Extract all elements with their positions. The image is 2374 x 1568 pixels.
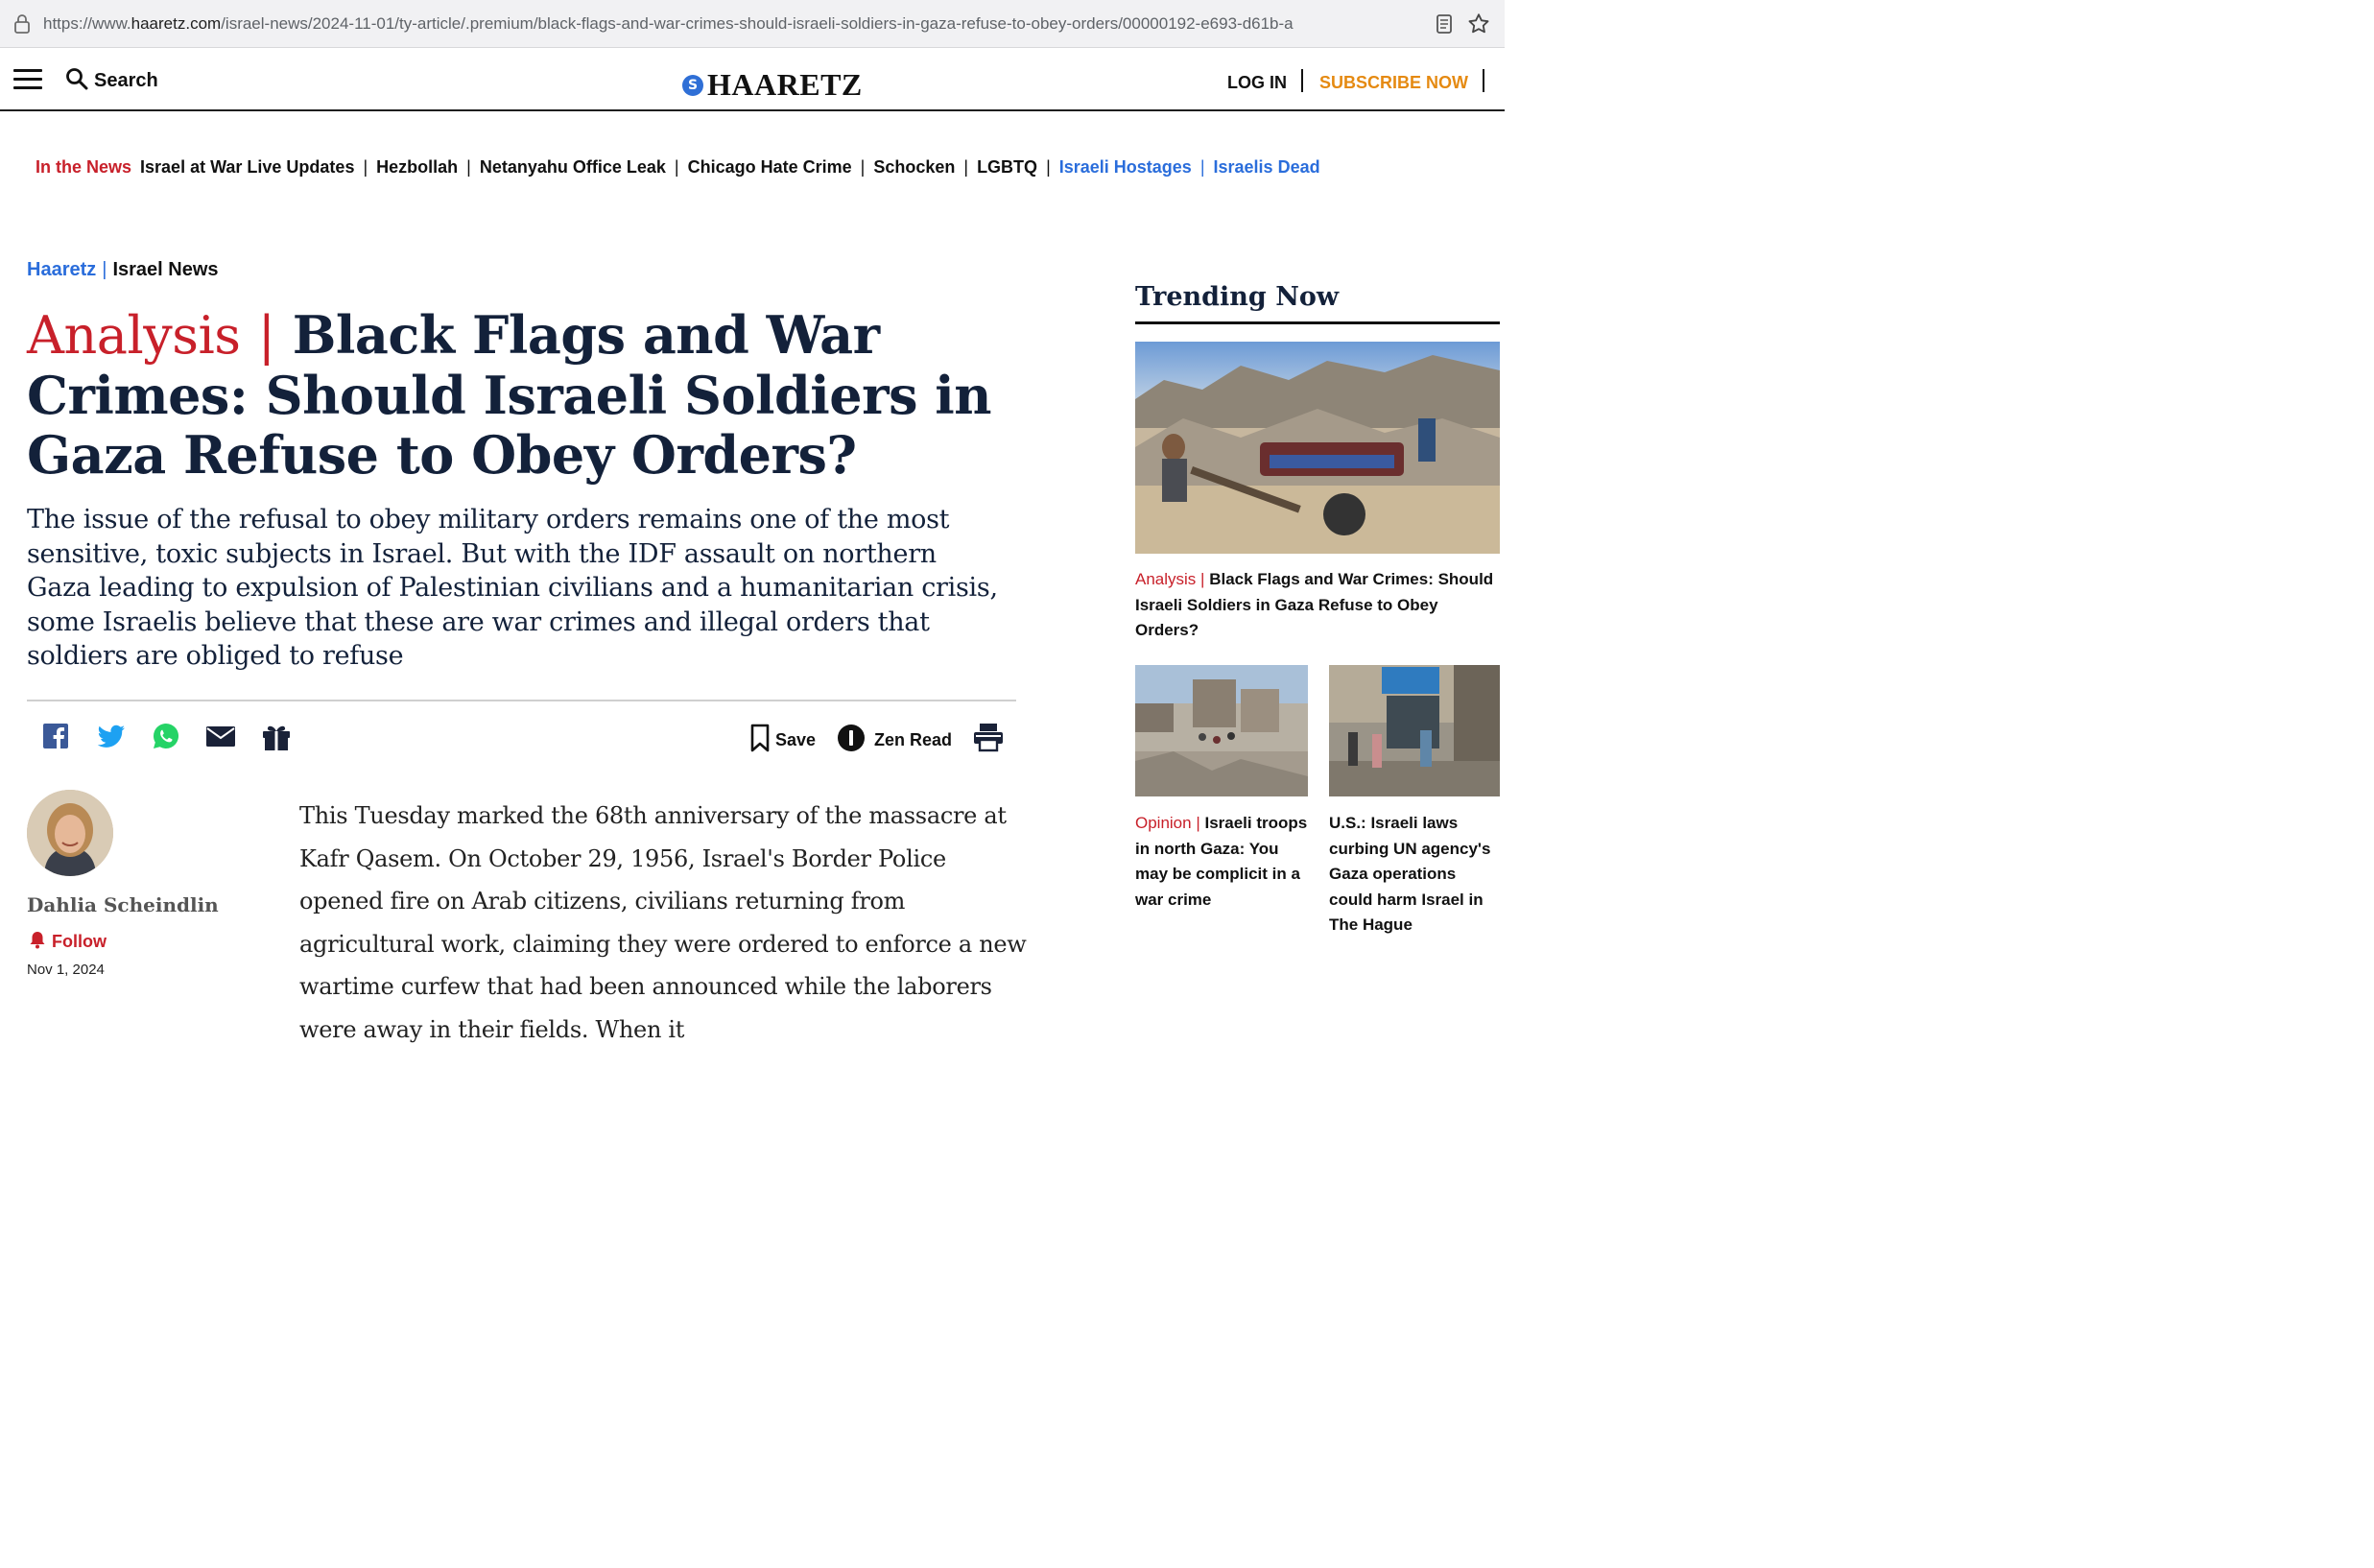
lock-icon: [13, 13, 31, 39]
trending-story-three-image[interactable]: [1329, 665, 1500, 796]
save-button[interactable]: Save: [749, 724, 816, 757]
url-domain: haaretz.com: [131, 14, 222, 33]
zen-read-button[interactable]: Zen Read: [837, 724, 952, 757]
author-avatar[interactable]: [27, 790, 113, 876]
trending-kicker-bar: |: [1196, 570, 1210, 588]
follow-label: Follow: [52, 932, 107, 951]
breadcrumb-separator: |: [102, 259, 107, 280]
trending-now-heading: Trending Now: [1135, 282, 1340, 312]
url-path: /israel-news/2024-11-01/ty-article/.prem…: [221, 14, 1294, 33]
news-separator: |: [1199, 157, 1205, 177]
trending-main-kicker: Analysis: [1135, 570, 1197, 588]
publish-date: Nov 1, 2024: [27, 962, 105, 978]
url-prefix: https://www.: [43, 14, 131, 33]
haaretz-logo[interactable]: S HAARETZ: [682, 67, 863, 103]
news-link-israelis-dead[interactable]: Israelis Dead: [1214, 157, 1320, 178]
news-separator: |: [963, 157, 969, 177]
trending-main-headline[interactable]: Analysis | Black Flags and War Crimes: S…: [1135, 567, 1500, 644]
facebook-icon[interactable]: [42, 722, 69, 755]
login-link[interactable]: LOG IN: [1227, 73, 1287, 93]
twitter-icon[interactable]: [96, 722, 127, 755]
follow-author-button[interactable]: Follow: [29, 930, 107, 954]
site-header: Search S HAARETZ LOG IN SUBSCRIBE NOW: [0, 48, 1505, 111]
subscribe-link[interactable]: SUBSCRIBE NOW: [1319, 73, 1468, 93]
trending-story-two-kicker: Opinion: [1135, 814, 1192, 832]
zen-read-label: Zen Read: [874, 730, 953, 749]
news-separator: |: [674, 157, 679, 177]
logo-wordmark: HAARETZ: [707, 67, 863, 102]
news-separator: |: [860, 157, 866, 177]
whatsapp-icon[interactable]: [152, 722, 180, 755]
trending-kicker-bar: |: [1191, 814, 1205, 832]
author-name[interactable]: Dahlia Scheindlin: [27, 893, 219, 916]
trending-story-two-image[interactable]: [1135, 665, 1308, 796]
bell-icon: [29, 930, 46, 954]
browser-url-bar[interactable]: https://www.haaretz.com/israel-news/2024…: [0, 0, 1505, 48]
title-kicker: Analysis: [27, 305, 241, 366]
in-the-news-bar: In the News Israel at War Live Updates |…: [36, 157, 1320, 178]
bookmark-star-icon[interactable]: [1466, 12, 1491, 41]
search-label: Search: [94, 70, 158, 91]
in-the-news-label: In the News: [36, 157, 132, 177]
article-subtitle: The issue of the refusal to obey militar…: [27, 505, 998, 672]
search-icon: [65, 67, 88, 95]
trending-story-three-title: U.S.: Israeli laws curbing UN agency's G…: [1329, 814, 1491, 935]
haaretz-logo-mark-icon: S: [682, 74, 703, 96]
reader-mode-icon[interactable]: [1436, 13, 1453, 39]
trending-divider: [1135, 321, 1500, 324]
news-link-schocken[interactable]: Schocken: [873, 157, 955, 178]
save-label: Save: [775, 730, 817, 749]
news-link-israel-at-war[interactable]: Israel at War Live Updates: [140, 157, 354, 178]
news-separator: |: [466, 157, 471, 177]
bookmark-icon: [749, 724, 771, 757]
zen-read-icon: [837, 724, 866, 757]
header-divider: [1483, 69, 1484, 92]
email-icon[interactable]: [205, 722, 236, 755]
news-separator: |: [363, 157, 368, 177]
url-text[interactable]: https://www.haaretz.com/israel-news/2024…: [43, 14, 1425, 34]
trending-story-three-headline[interactable]: U.S.: Israeli laws curbing UN agency's G…: [1329, 811, 1502, 938]
news-link-hezbollah[interactable]: Hezbollah: [376, 157, 458, 178]
header-divider: [1301, 69, 1303, 92]
trending-story-two-headline[interactable]: Opinion | Israeli troops in north Gaza: …: [1135, 811, 1313, 913]
breadcrumb-israel-news[interactable]: Israel News: [112, 259, 218, 281]
news-link-lgbtq[interactable]: LGBTQ: [977, 157, 1037, 178]
title-kicker-bar: |: [257, 305, 275, 366]
breadcrumb-haaretz[interactable]: Haaretz: [27, 259, 96, 281]
trending-main-image[interactable]: [1135, 342, 1500, 554]
article-body: This Tuesday marked the 68th anniversary…: [299, 802, 1027, 1043]
news-link-hostages[interactable]: Israeli Hostages: [1059, 157, 1192, 178]
news-link-chicago[interactable]: Chicago Hate Crime: [688, 157, 852, 178]
menu-icon[interactable]: [13, 69, 42, 90]
print-icon[interactable]: [973, 722, 1004, 752]
breadcrumb: Haaretz | Israel News: [27, 259, 219, 281]
news-separator: |: [1046, 157, 1051, 177]
news-link-netanyahu-leak[interactable]: Netanyahu Office Leak: [480, 157, 666, 178]
search-button[interactable]: Search: [65, 67, 158, 95]
article-title: Analysis | Black Flags and War Crimes: S…: [27, 305, 1025, 485]
gift-icon[interactable]: [261, 722, 292, 757]
article-divider: [27, 700, 1016, 701]
